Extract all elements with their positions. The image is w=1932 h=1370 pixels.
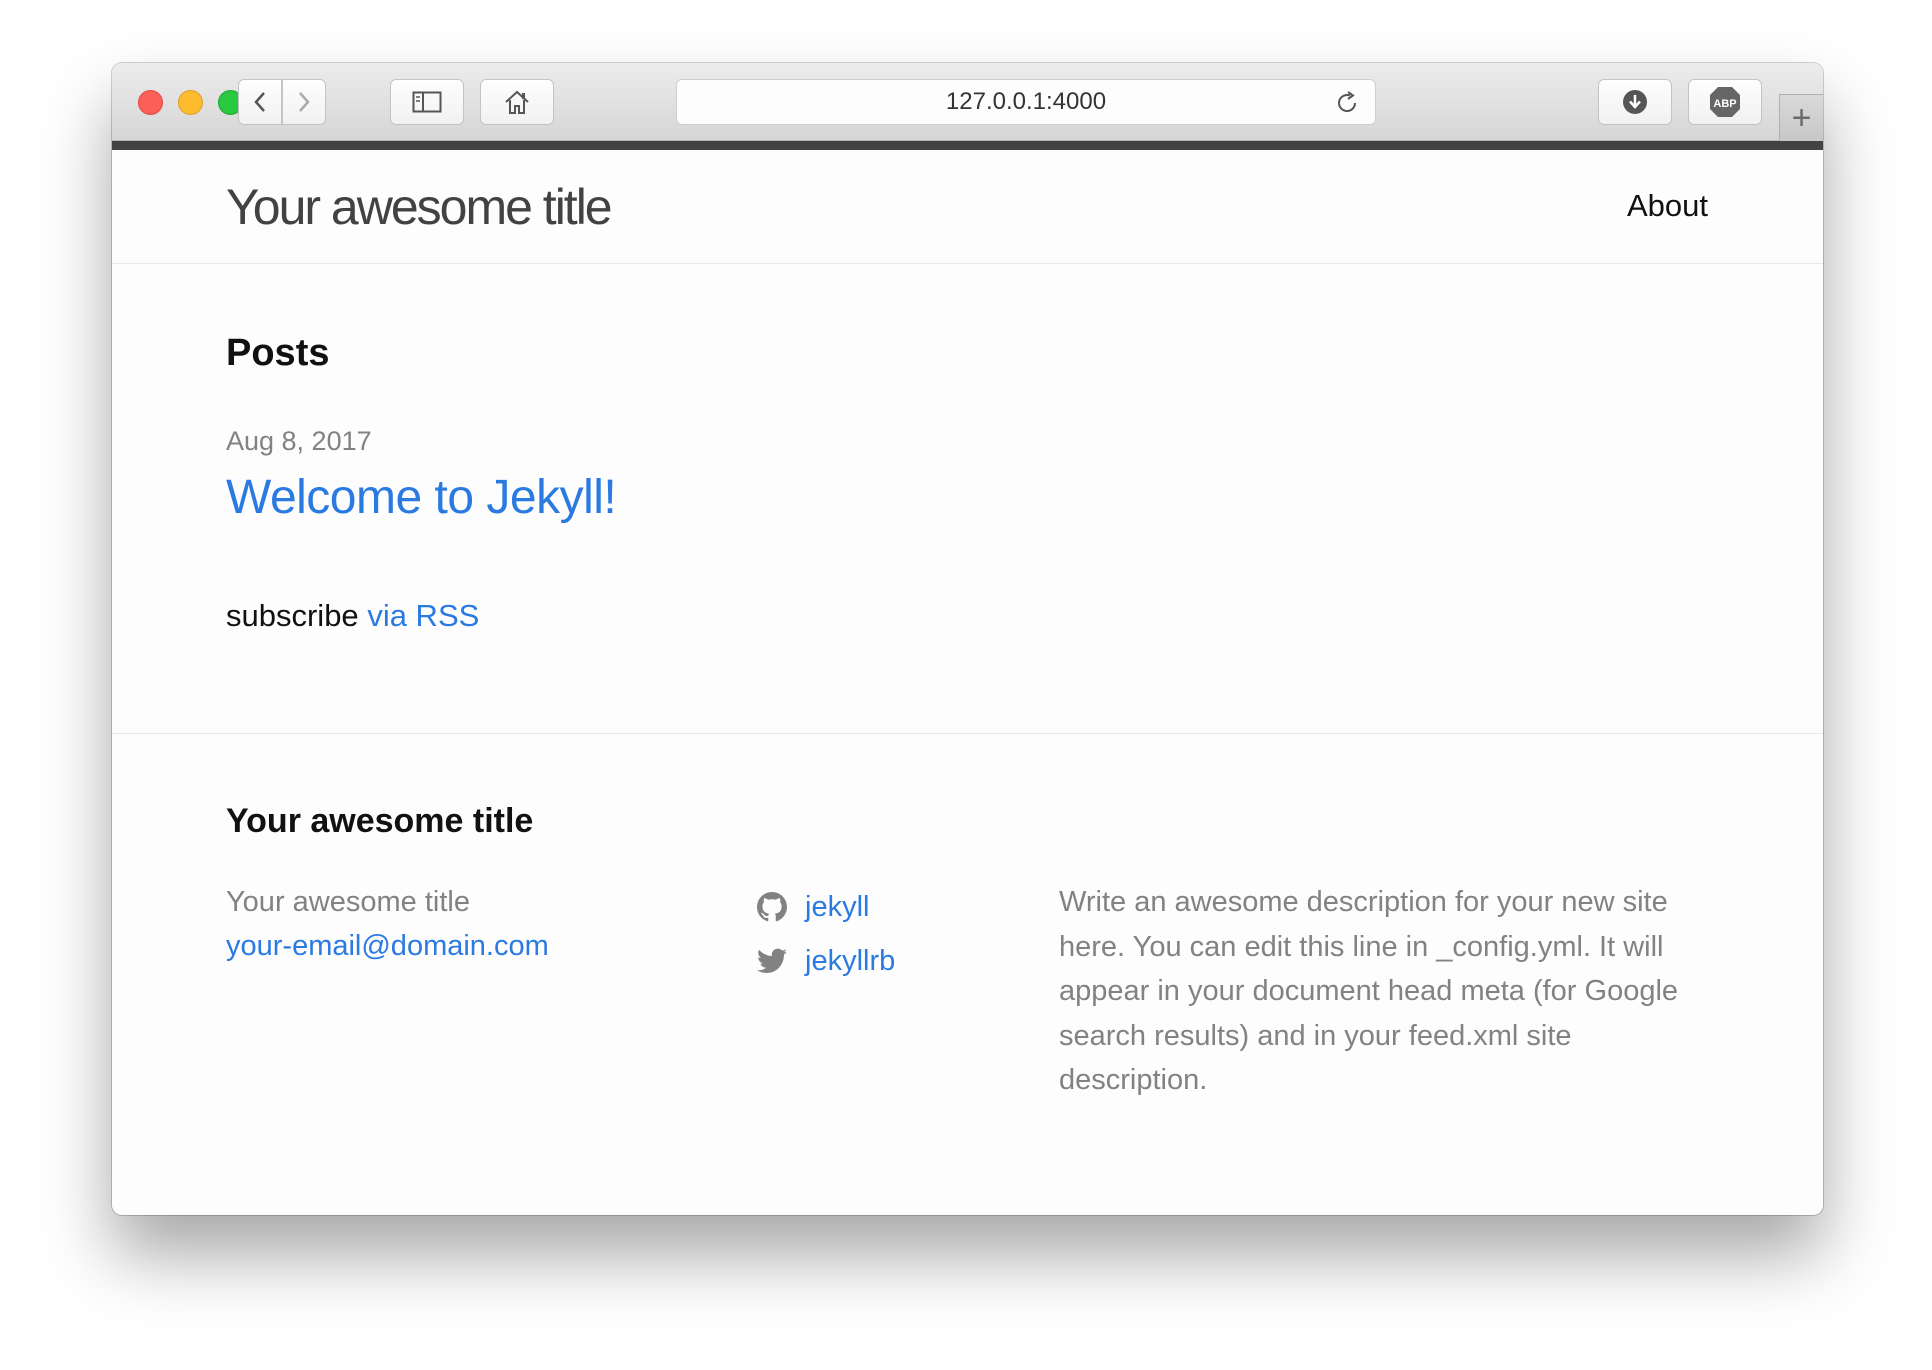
home-button[interactable] xyxy=(480,79,554,125)
social-links: jekyll jekyllrb xyxy=(755,880,895,988)
twitter-link[interactable]: jekyllrb xyxy=(805,934,895,988)
downloads-button[interactable] xyxy=(1598,79,1672,125)
download-icon xyxy=(1623,90,1647,114)
footer-site-name: Your awesome title xyxy=(226,886,470,918)
footer-heading: Your awesome title xyxy=(226,802,534,840)
url-text: 127.0.0.1:4000 xyxy=(945,88,1107,115)
footer-contact: Your awesome title your-email@domain.com xyxy=(226,880,549,968)
social-github[interactable]: jekyll xyxy=(755,880,895,934)
browser-toolbar: 127.0.0.1:4000 ABP + xyxy=(112,63,1823,141)
site-footer: Your awesome title Your awesome title yo… xyxy=(112,733,1823,1215)
new-tab-button[interactable]: + xyxy=(1779,94,1823,141)
adblock-button[interactable]: ABP xyxy=(1688,79,1762,125)
subscribe-line: subscribe via RSS xyxy=(226,598,479,634)
post-date: Aug 8, 2017 xyxy=(226,426,372,456)
nav-about-link[interactable]: About xyxy=(1627,188,1708,224)
subscribe-text: subscribe xyxy=(226,598,359,633)
rss-link[interactable]: via RSS xyxy=(367,598,479,633)
chevron-left-icon xyxy=(254,92,265,112)
github-icon xyxy=(755,890,789,924)
sidebar-icon xyxy=(412,91,442,113)
adblock-label: ABP xyxy=(1713,98,1736,110)
github-link[interactable]: jekyll xyxy=(805,880,869,934)
site-description: Write an awesome description for your ne… xyxy=(1059,886,1679,1096)
back-button[interactable] xyxy=(238,79,282,125)
chevron-right-icon xyxy=(299,92,310,112)
adblock-icon: ABP xyxy=(1710,87,1740,117)
sidebar-toggle-button[interactable] xyxy=(390,79,464,125)
site-accent-bar xyxy=(112,141,1823,150)
home-icon xyxy=(505,90,529,114)
site-header: Your awesome title About xyxy=(112,150,1823,264)
social-twitter[interactable]: jekyllrb xyxy=(755,934,895,988)
close-window-button[interactable] xyxy=(138,90,163,115)
post-title-link[interactable]: Welcome to Jekyll! xyxy=(226,470,617,525)
forward-button[interactable] xyxy=(282,79,326,125)
site-title-link[interactable]: Your awesome title xyxy=(226,178,613,236)
browser-window: 127.0.0.1:4000 ABP + Your awesome title … xyxy=(112,63,1823,1215)
minimize-window-button[interactable] xyxy=(178,90,203,115)
address-bar[interactable]: 127.0.0.1:4000 xyxy=(676,79,1376,125)
plus-icon: + xyxy=(1791,99,1812,137)
reload-icon[interactable] xyxy=(1333,89,1361,117)
posts-heading: Posts xyxy=(226,332,330,374)
twitter-icon xyxy=(755,944,789,978)
footer-email-link[interactable]: your-email@domain.com xyxy=(226,924,549,968)
